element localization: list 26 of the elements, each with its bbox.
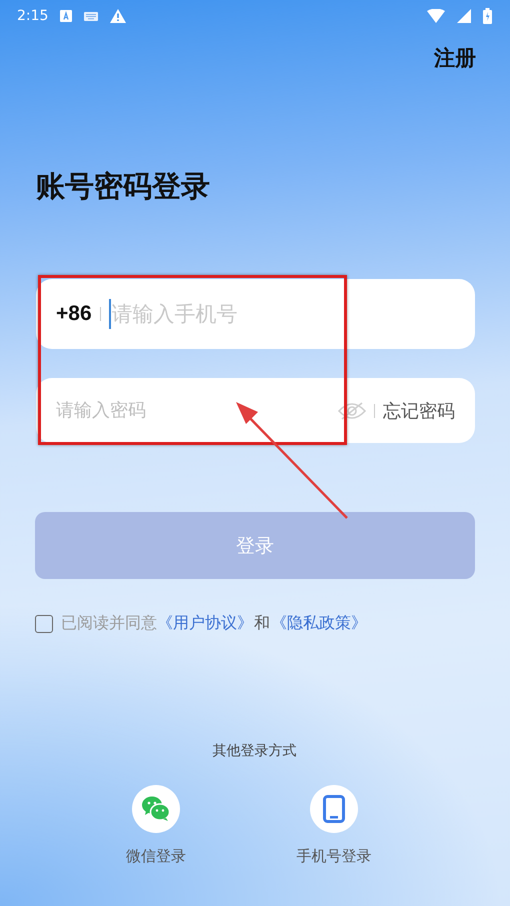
login-option-label: 手机号登录 xyxy=(296,847,372,866)
user-agreement-link[interactable]: 《用户协议》 xyxy=(157,613,253,634)
battery-icon xyxy=(483,8,492,24)
forgot-password-link[interactable]: 忘记密码 xyxy=(383,398,455,422)
signal-icon xyxy=(457,9,471,23)
wechat-login-button[interactable] xyxy=(132,785,180,833)
chat-bubbles-icon xyxy=(142,796,170,822)
status-time: 2:15 xyxy=(17,8,48,24)
register-link[interactable]: 注册 xyxy=(434,44,476,72)
password-input-field[interactable]: 请输入密码 忘记密码 xyxy=(36,378,475,443)
password-input[interactable]: 请输入密码 xyxy=(56,400,338,421)
eye-slash-icon[interactable] xyxy=(338,402,366,420)
agreement-checkbox[interactable] xyxy=(35,614,53,632)
login-option-label: 微信登录 xyxy=(126,847,186,866)
page-title: 账号密码登录 xyxy=(36,172,211,201)
keyboard-a-icon xyxy=(60,10,72,22)
phone-icon xyxy=(323,795,345,823)
conjunction-text: 和 xyxy=(254,613,270,634)
other-login-heading: 其他登录方式 xyxy=(212,742,298,760)
privacy-policy-link[interactable]: 《隐私政策》 xyxy=(271,613,367,634)
country-code[interactable]: +86 xyxy=(56,302,92,326)
warning-icon xyxy=(110,9,126,23)
wifi-icon xyxy=(427,9,445,23)
phone-login-button[interactable] xyxy=(310,785,358,833)
agreement-text: 已阅读并同意 xyxy=(61,613,157,634)
keyboard-icon xyxy=(84,12,98,20)
